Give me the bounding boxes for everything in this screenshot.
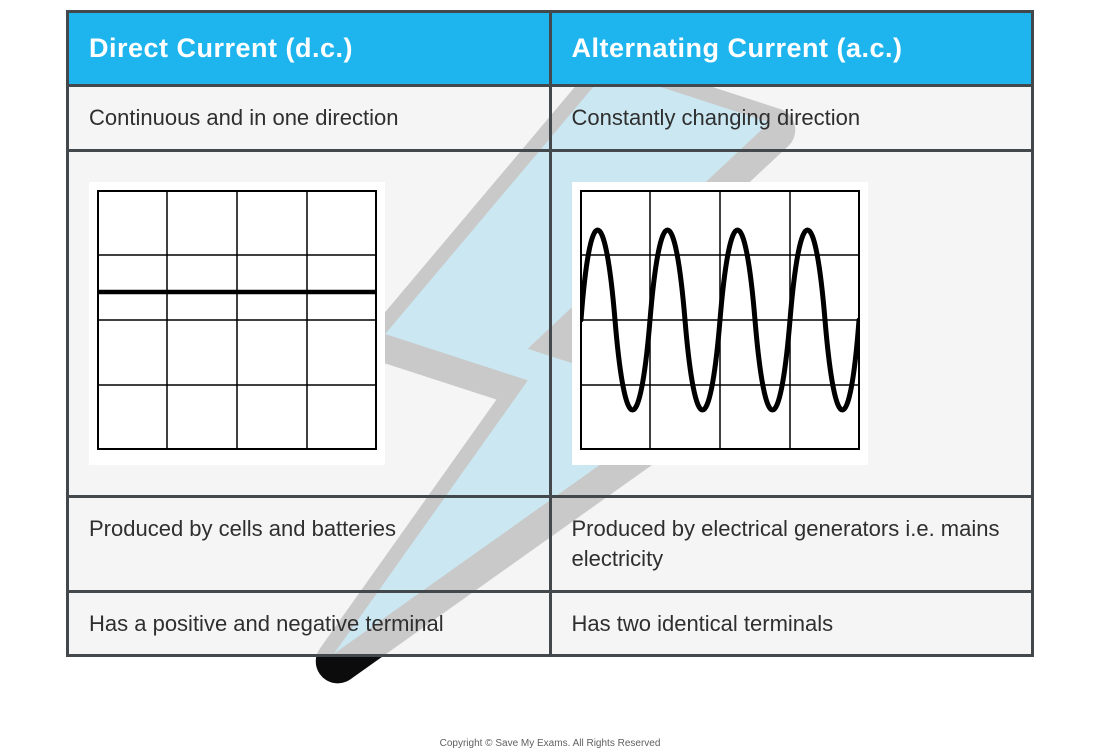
header-ac: Alternating Current (a.c.) [550,12,1033,86]
cell-dc-source: Produced by cells and batteries [68,497,551,591]
dc-trace-icon [97,190,377,450]
table-row: Continuous and in one direction Constant… [68,86,1033,151]
cell-ac-source: Produced by electrical generators i.e. m… [550,497,1033,591]
table-row: Has a positive and negative terminal Has… [68,591,1033,656]
header-dc: Direct Current (d.c.) [68,12,551,86]
cell-ac-direction: Constantly changing direction [550,86,1033,151]
cell-ac-terminals: Has two identical terminals [550,591,1033,656]
cell-dc-terminals: Has a positive and negative terminal [68,591,551,656]
cell-dc-direction: Continuous and in one direction [68,86,551,151]
copyright-text: Copyright © Save My Exams. All Rights Re… [0,738,1100,749]
cell-ac-graph [550,150,1033,497]
dc-ac-comparison-table: Direct Current (d.c.) Alternating Curren… [66,10,1034,657]
ac-trace-icon [580,190,860,450]
table-row: Produced by cells and batteries Produced… [68,497,1033,591]
cell-dc-graph [68,150,551,497]
table-row-graphs [68,150,1033,497]
